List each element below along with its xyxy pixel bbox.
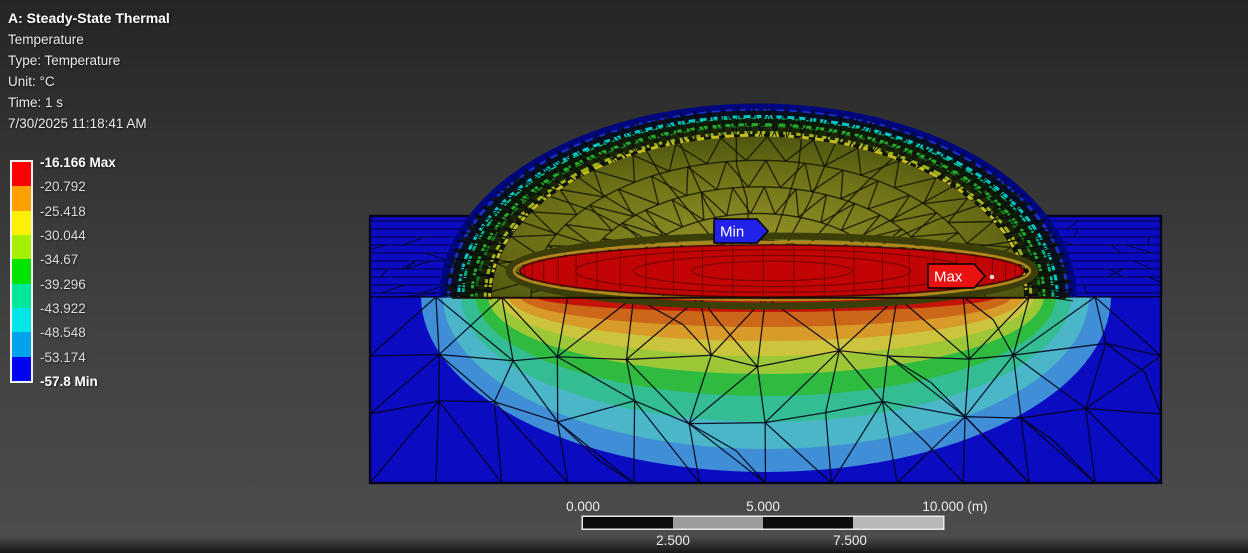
ansys-viewport: Min Max 0.000 5.000 10.000 (m) 2.500 7.500 A: … [0, 0, 1248, 553]
legend-band-2 [12, 211, 31, 235]
result-unit: Unit: °C [8, 71, 170, 92]
legend-value-8: -53.174 [40, 350, 86, 365]
ruler-label-5: 5.000 [746, 499, 780, 514]
max-marker: Max [928, 264, 985, 288]
result-name: Temperature [8, 29, 170, 50]
legend-value-5: -39.296 [40, 277, 86, 292]
ruler-segment-0 [583, 517, 673, 529]
ruler-label-2-5: 2.500 [656, 533, 690, 548]
legend-value-3: -30.044 [40, 228, 86, 243]
legend-value-6: -43.922 [40, 301, 86, 316]
min-marker: Min [714, 219, 768, 243]
result-time: Time: 1 s [8, 92, 170, 113]
max-point-dot [990, 275, 995, 280]
legend-band-7 [12, 332, 31, 356]
legend-band-4 [12, 259, 31, 283]
legend-value-2: -25.418 [40, 204, 86, 219]
ruler-label-7-5: 7.500 [833, 533, 867, 548]
legend-band-1 [12, 186, 31, 210]
ruler-segment-3 [853, 517, 943, 529]
legend-value-0: -16.166 Max [40, 155, 116, 170]
legend-value-4: -34.67 [40, 252, 78, 267]
ruler-segment-2 [763, 517, 853, 529]
legend-band-8 [12, 357, 31, 381]
min-label: Min [720, 224, 744, 241]
legend-band-6 [12, 308, 31, 332]
legend-color-bar [10, 160, 33, 383]
ruler-label-10: 10.000 (m) [922, 499, 987, 514]
analysis-title: A: Steady-State Thermal [8, 8, 170, 29]
ruler-segment-1 [673, 517, 763, 529]
legend-band-3 [12, 235, 31, 259]
max-label: Max [934, 269, 963, 286]
legend-band-5 [12, 284, 31, 308]
result-info-block: A: Steady-State Thermal Temperature Type… [8, 8, 170, 134]
result-type: Type: Temperature [8, 50, 170, 71]
result-timestamp: 7/30/2025 11:18:41 AM [8, 113, 170, 134]
legend-value-9: -57.8 Min [40, 374, 98, 389]
result-scene: Min Max 0.000 5.000 10.000 (m) 2.500 7.500 [0, 0, 1248, 553]
legend-value-1: -20.792 [40, 179, 86, 194]
legend-band-0 [12, 162, 31, 186]
scale-ruler: 0.000 5.000 10.000 (m) 2.500 7.500 [566, 499, 988, 548]
ruler-label-0: 0.000 [566, 499, 600, 514]
legend-value-7: -48.548 [40, 325, 86, 340]
